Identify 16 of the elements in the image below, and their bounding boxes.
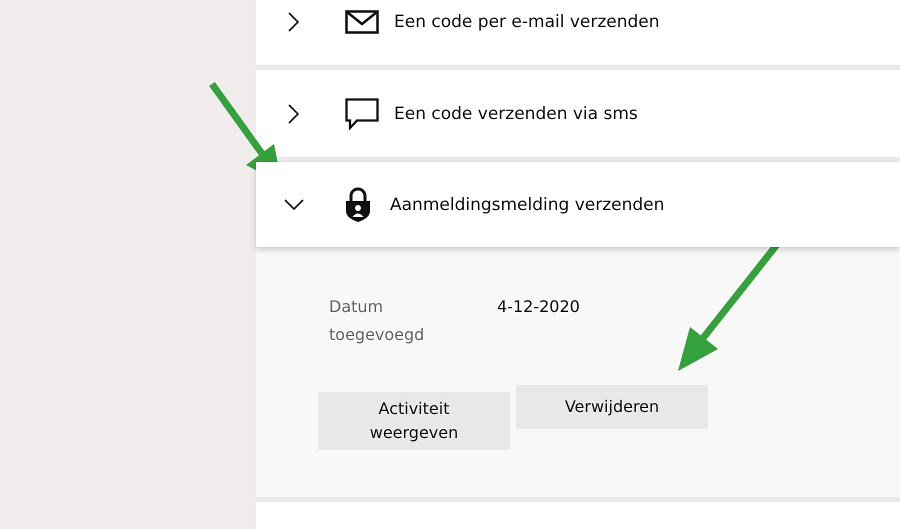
chevron-right-icon bbox=[288, 12, 300, 32]
method-label: Een code per e-mail verzenden bbox=[394, 12, 660, 32]
method-row[interactable]: Een code per e-mail verzenden bbox=[256, 0, 900, 65]
method-label: Aanmeldingsmelding verzenden bbox=[390, 194, 664, 214]
action-button[interactable]: Activiteit weergeven bbox=[318, 392, 510, 450]
action-button[interactable]: Verwijderen bbox=[516, 385, 708, 429]
field-value: 4-12-2020 bbox=[497, 296, 580, 318]
field-label: Datum toegevoegd bbox=[329, 296, 426, 346]
method-row[interactable]: Een code verzenden via sms bbox=[256, 70, 900, 157]
method-row[interactable]: Aanmeldingsmelding verzenden bbox=[256, 162, 900, 247]
chevron-right-icon bbox=[288, 104, 300, 124]
speech-bubble-icon bbox=[345, 98, 379, 130]
chevron-down-icon bbox=[284, 198, 304, 210]
method-label: Een code verzenden via sms bbox=[394, 104, 638, 124]
padlock-icon bbox=[344, 186, 372, 222]
envelope-icon bbox=[345, 10, 379, 34]
